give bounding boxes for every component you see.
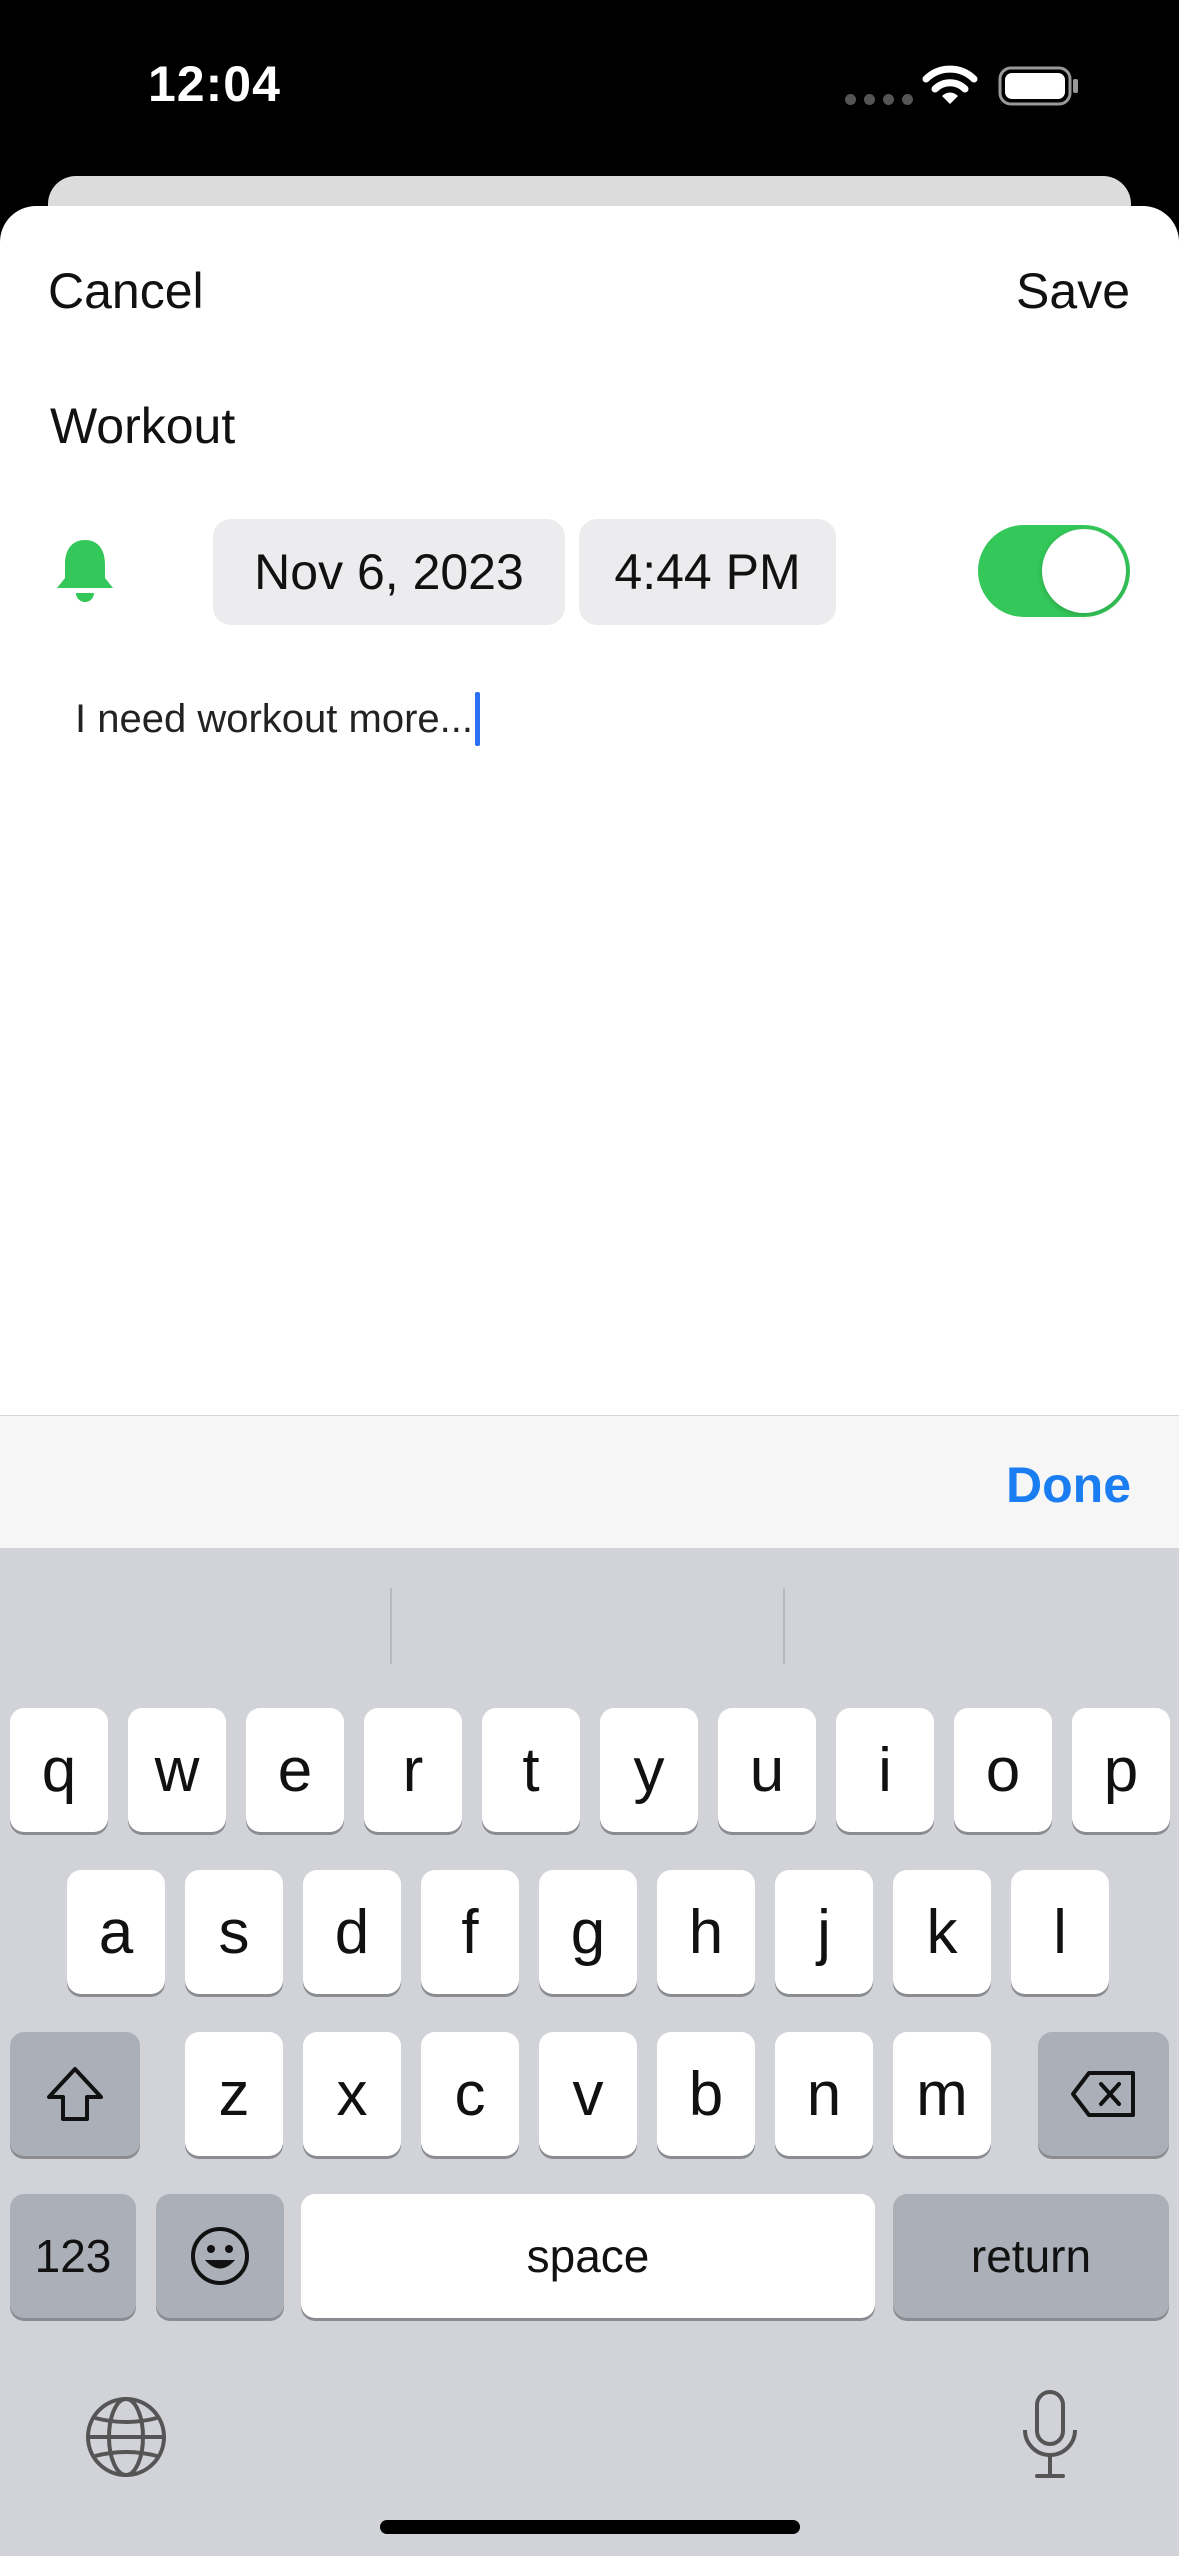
key-h[interactable]: h — [657, 1870, 755, 1994]
mic-icon[interactable] — [1015, 2388, 1085, 2484]
key-x[interactable]: x — [303, 2032, 401, 2156]
emoji-icon — [191, 2227, 249, 2285]
suggestion-divider — [390, 1588, 392, 1664]
delete-key[interactable] — [1038, 2032, 1169, 2156]
delete-icon — [1070, 2071, 1135, 2117]
text-cursor — [474, 692, 480, 746]
status-time: 12:04 — [148, 56, 281, 112]
date-picker-button[interactable]: Nov 6, 2023 — [213, 519, 565, 625]
key-c[interactable]: c — [421, 2032, 519, 2156]
keyboard: q w e r t y u i o p a s d f g h j k l z … — [0, 1548, 1179, 2556]
cellular-signal-icon — [845, 94, 913, 105]
key-l[interactable]: l — [1011, 1870, 1109, 1994]
key-a[interactable]: a — [67, 1870, 165, 1994]
key-r[interactable]: r — [364, 1708, 462, 1832]
key-u[interactable]: u — [718, 1708, 816, 1832]
home-indicator[interactable] — [380, 2520, 800, 2534]
key-n[interactable]: n — [775, 2032, 873, 2156]
key-v[interactable]: v — [539, 2032, 637, 2156]
key-p[interactable]: p — [1072, 1708, 1170, 1832]
key-j[interactable]: j — [775, 1870, 873, 1994]
return-key[interactable]: return — [893, 2194, 1169, 2318]
shift-key[interactable] — [10, 2032, 140, 2156]
note-text-field[interactable]: I need workout more... — [75, 692, 480, 746]
key-w[interactable]: w — [128, 1708, 226, 1832]
key-k[interactable]: k — [893, 1870, 991, 1994]
note-text: I need workout more... — [75, 696, 473, 741]
key-y[interactable]: y — [600, 1708, 698, 1832]
key-t[interactable]: t — [482, 1708, 580, 1832]
key-g[interactable]: g — [539, 1870, 637, 1994]
space-key[interactable]: space — [301, 2194, 875, 2318]
key-s[interactable]: s — [185, 1870, 283, 1994]
shift-icon — [47, 2067, 103, 2121]
key-z[interactable]: z — [185, 2032, 283, 2156]
key-i[interactable]: i — [836, 1708, 934, 1832]
edit-sheet — [0, 206, 1179, 1416]
key-e[interactable]: e — [246, 1708, 344, 1832]
bell-icon — [57, 540, 113, 602]
save-button[interactable]: Save — [1016, 262, 1130, 320]
title-field[interactable]: Workout — [50, 397, 235, 455]
emoji-key[interactable] — [156, 2194, 284, 2318]
battery-icon — [998, 66, 1078, 106]
cancel-button[interactable]: Cancel — [48, 262, 204, 320]
wifi-icon — [922, 65, 978, 104]
reminder-toggle[interactable] — [978, 525, 1130, 617]
toggle-knob — [1042, 529, 1126, 613]
globe-icon[interactable] — [83, 2394, 169, 2480]
key-b[interactable]: b — [657, 2032, 755, 2156]
key-q[interactable]: q — [10, 1708, 108, 1832]
done-button[interactable]: Done — [1006, 1456, 1131, 1514]
status-bar: 12:04 — [0, 0, 1179, 175]
suggestion-divider — [783, 1588, 785, 1664]
key-f[interactable]: f — [421, 1870, 519, 1994]
key-o[interactable]: o — [954, 1708, 1052, 1832]
key-m[interactable]: m — [893, 2032, 991, 2156]
time-picker-button[interactable]: 4:44 PM — [579, 519, 836, 625]
numbers-key[interactable]: 123 — [10, 2194, 136, 2318]
keyboard-accessory-bar: Done — [0, 1415, 1179, 1548]
key-d[interactable]: d — [303, 1870, 401, 1994]
